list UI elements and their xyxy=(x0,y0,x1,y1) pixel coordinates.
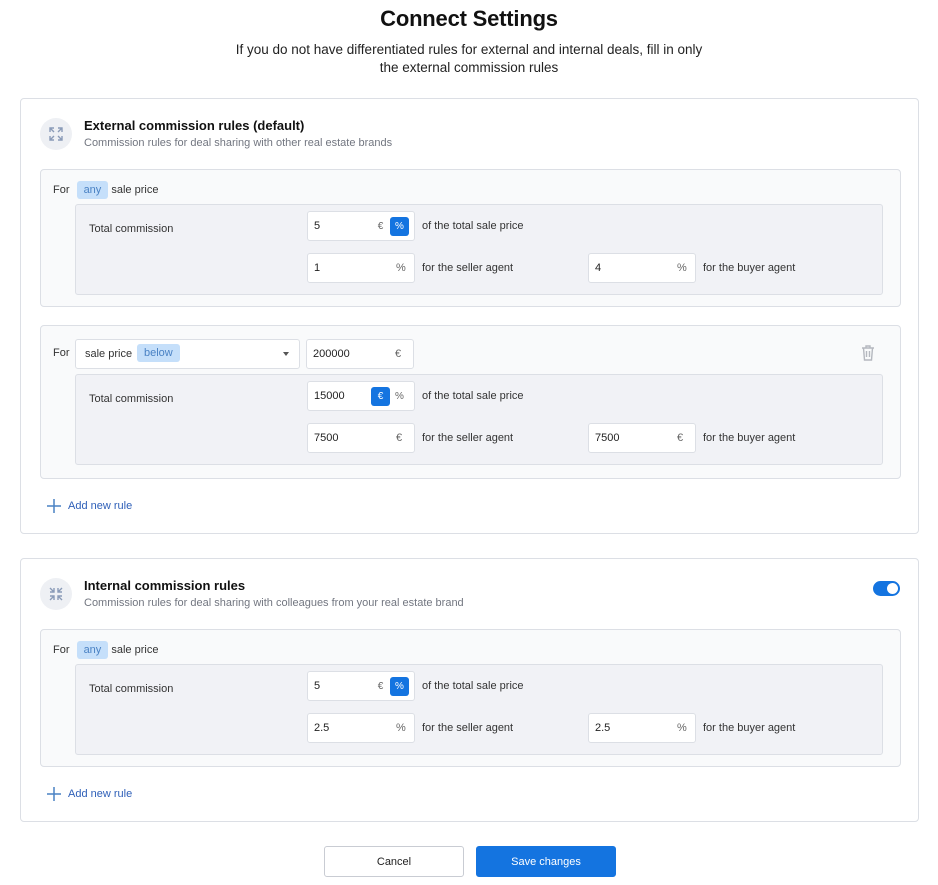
seller-unit: % xyxy=(396,262,406,274)
trash-icon[interactable] xyxy=(861,345,875,366)
section-description: Commission rules for deal sharing with o… xyxy=(84,137,393,149)
total-commission-input[interactable]: 5 € % xyxy=(307,671,415,701)
condition-pill[interactable]: any xyxy=(76,641,109,659)
buyer-commission-input[interactable]: 2.5 % xyxy=(588,713,696,743)
percent-unit-button[interactable]: % xyxy=(390,387,409,406)
section-description: Commission rules for deal sharing with c… xyxy=(84,597,464,609)
select-text: sale price xyxy=(85,348,133,360)
commission-details: Total commission 15000 € % of the total … xyxy=(75,374,883,465)
commission-rule: For any sale price Total commission 5 € … xyxy=(40,169,901,307)
for-label: For xyxy=(53,644,70,656)
total-commission-input[interactable]: 15000 € % xyxy=(307,381,415,411)
seller-commission-input[interactable]: 7500 € xyxy=(307,423,415,453)
total-commission-label: Total commission xyxy=(89,223,174,235)
add-rule-label: Add new rule xyxy=(68,500,133,512)
add-rule-label: Add new rule xyxy=(68,788,133,800)
euro-unit-button[interactable]: € xyxy=(371,387,390,406)
buyer-commission-input[interactable]: 4 % xyxy=(588,253,696,283)
plus-icon xyxy=(47,499,61,513)
collapse-icon[interactable] xyxy=(40,578,72,610)
percent-unit-button[interactable]: % xyxy=(390,217,409,236)
for-label: For xyxy=(53,347,70,359)
threshold-input[interactable]: 200000 € xyxy=(306,339,414,369)
external-commission-section: External commission rules (default) Comm… xyxy=(20,98,919,534)
buyer-value: 4 xyxy=(595,262,602,274)
expand-icon[interactable] xyxy=(40,118,72,150)
total-commission-label: Total commission xyxy=(89,683,174,695)
total-commission-value: 5 xyxy=(314,220,321,232)
threshold-value: 200000 xyxy=(313,348,350,360)
seller-unit: % xyxy=(396,722,406,734)
condition-suffix: sale price xyxy=(111,644,159,656)
save-changes-button[interactable]: Save changes xyxy=(476,846,616,877)
seller-value: 7500 xyxy=(314,432,339,444)
buyer-unit: € xyxy=(677,432,684,444)
seller-commission-input[interactable]: 1 % xyxy=(307,253,415,283)
section-title: Internal commission rules xyxy=(84,578,246,593)
seller-suffix: for the seller agent xyxy=(422,262,514,274)
cancel-button[interactable]: Cancel xyxy=(324,846,464,877)
euro-unit-button[interactable]: € xyxy=(371,217,390,236)
add-rule-button[interactable]: Add new rule xyxy=(47,787,132,801)
buyer-suffix: for the buyer agent xyxy=(703,262,796,274)
buyer-value: 2.5 xyxy=(595,722,611,734)
total-suffix: of the total sale price xyxy=(422,680,524,692)
select-pill: below xyxy=(137,344,180,362)
internal-rules-toggle[interactable] xyxy=(873,581,900,596)
buyer-unit: % xyxy=(677,722,687,734)
page-subtitle: If you do not have differentiated rules … xyxy=(235,42,703,75)
buyer-unit: % xyxy=(677,262,687,274)
seller-suffix: for the seller agent xyxy=(422,722,514,734)
rule-condition: For any sale price xyxy=(53,641,158,659)
commission-rule: For sale price below 200000 € Total comm… xyxy=(40,325,901,479)
buyer-suffix: for the buyer agent xyxy=(703,722,796,734)
total-suffix: of the total sale price xyxy=(422,390,524,402)
plus-icon xyxy=(47,787,61,801)
total-commission-input[interactable]: 5 € % xyxy=(307,211,415,241)
chevron-down-icon xyxy=(283,352,289,356)
buyer-value: 7500 xyxy=(595,432,620,444)
commission-rule: For any sale price Total commission 5 € … xyxy=(40,629,901,767)
toggle-knob xyxy=(887,583,898,594)
page-title: Connect Settings xyxy=(380,6,558,31)
percent-unit-button[interactable]: % xyxy=(390,677,409,696)
euro-unit-button[interactable]: € xyxy=(371,677,390,696)
condition-select[interactable]: sale price below xyxy=(75,339,300,369)
total-commission-value: 15000 xyxy=(314,390,345,402)
commission-details: Total commission 5 € % of the total sale… xyxy=(75,664,883,755)
total-commission-label: Total commission xyxy=(89,393,174,405)
total-commission-value: 5 xyxy=(314,680,321,692)
internal-commission-section: Internal commission rules Commission rul… xyxy=(20,558,919,822)
buyer-suffix: for the buyer agent xyxy=(703,432,796,444)
seller-unit: € xyxy=(396,432,403,444)
commission-details: Total commission 5 € % of the total sale… xyxy=(75,204,883,295)
seller-value: 1 xyxy=(314,262,321,274)
condition-suffix: sale price xyxy=(111,184,159,196)
seller-value: 2.5 xyxy=(314,722,330,734)
threshold-unit: € xyxy=(395,348,402,360)
seller-commission-input[interactable]: 2.5 % xyxy=(307,713,415,743)
add-rule-button[interactable]: Add new rule xyxy=(47,499,132,513)
for-label: For xyxy=(53,184,70,196)
seller-suffix: for the seller agent xyxy=(422,432,514,444)
section-title: External commission rules (default) xyxy=(84,118,305,133)
rule-condition: For any sale price xyxy=(53,181,158,199)
total-suffix: of the total sale price xyxy=(422,220,524,232)
condition-pill[interactable]: any xyxy=(76,181,109,199)
buyer-commission-input[interactable]: 7500 € xyxy=(588,423,696,453)
